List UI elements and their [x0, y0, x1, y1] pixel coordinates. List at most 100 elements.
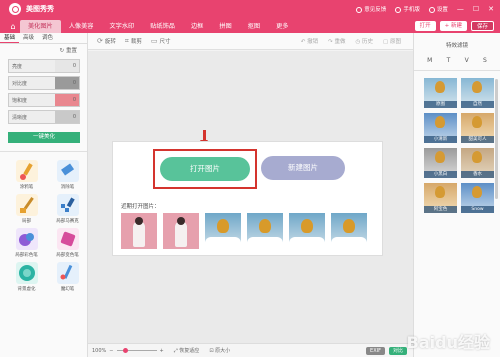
- redo-button[interactable]: ↷ 重做: [328, 37, 345, 45]
- contrast-slider[interactable]: 对比度 0: [8, 76, 80, 90]
- filter-scrollbar[interactable]: [495, 79, 498, 199]
- feedback-link[interactable]: 意见反馈: [356, 5, 386, 13]
- recent-thumb[interactable]: [247, 213, 283, 249]
- filter-item[interactable]: 小清新: [424, 113, 457, 143]
- eraser-icon: [56, 160, 79, 182]
- zoom-out-button[interactable]: −: [109, 348, 113, 354]
- recent-thumb[interactable]: [289, 213, 325, 249]
- undo-button[interactable]: ↶ 撤销: [301, 37, 318, 45]
- filter-item[interactable]: Snow: [461, 183, 494, 213]
- home-icon[interactable]: ⌂: [6, 20, 20, 33]
- filter-item[interactable]: 香水: [461, 148, 494, 178]
- exif-button[interactable]: EXIF: [366, 346, 385, 355]
- recent-thumb[interactable]: [163, 213, 199, 249]
- tab-text-watermark[interactable]: 文字水印: [102, 20, 143, 33]
- original-icon: ▢: [383, 39, 390, 45]
- menu-actions: 打开 + 新建 保存: [414, 21, 494, 31]
- new-button[interactable]: + 新建: [439, 21, 467, 31]
- filter-panel: 特效滤镜 M T V S 原图 自然 小清新 甜美可人 小黑白 香水 阿宝色 S…: [413, 33, 500, 357]
- adjust-subtabs: 基础 高级 调色: [0, 33, 87, 44]
- original-size-button[interactable]: ⊡ 原大小: [209, 347, 230, 354]
- recent-thumb[interactable]: [121, 213, 157, 249]
- tab-frame[interactable]: 边框: [183, 20, 211, 33]
- filter-tab-t[interactable]: T: [447, 57, 451, 64]
- subtab-color[interactable]: 调色: [38, 33, 57, 43]
- recent-thumb[interactable]: [331, 213, 367, 249]
- title-actions: 意见反馈 手机版 设置 — ☐ ✕: [356, 5, 494, 13]
- reset-button[interactable]: ↻ 重置: [0, 44, 87, 56]
- recent-thumb[interactable]: [205, 213, 241, 249]
- color-pen-icon: [15, 228, 38, 250]
- open-image-button[interactable]: 打开图片: [160, 157, 250, 181]
- filter-item[interactable]: 阿宝色: [424, 183, 457, 213]
- maximize-button[interactable]: ☐: [473, 5, 479, 13]
- app-logo: [9, 3, 21, 15]
- crop-button[interactable]: ⌗ 裁剪: [125, 37, 142, 46]
- filter-item[interactable]: 原图: [424, 78, 457, 108]
- tab-cutout[interactable]: 抠图: [240, 20, 268, 33]
- status-bar: 100% − + ⤢ 恢复适应 ⊡ 原大小 EXIF 对比: [88, 343, 413, 357]
- tool-recolor-pen[interactable]: 局部变色笔: [49, 228, 86, 258]
- mosaic-icon: [56, 194, 79, 216]
- zoom-in-button[interactable]: +: [160, 348, 164, 354]
- original-button[interactable]: ▢ 原图: [383, 37, 401, 45]
- edit-toolbar: ⟳ 旋转 ⌗ 裁剪 ▭ 尺寸 ↶ 撤销 ↷ 重做 ◷ 历史 ▢ 原图: [88, 33, 413, 50]
- tool-local-brush[interactable]: 局部: [8, 194, 45, 224]
- zoom-control: 100% − +: [92, 348, 164, 354]
- tool-magic-pen[interactable]: 魔幻笔: [49, 262, 86, 292]
- subtab-advanced[interactable]: 高级: [19, 33, 38, 43]
- minimize-button[interactable]: —: [457, 5, 464, 13]
- filter-tab-s[interactable]: S: [483, 57, 487, 64]
- tab-collage[interactable]: 拼图: [211, 20, 239, 33]
- sharpness-slider[interactable]: 清晰度 0: [8, 110, 80, 124]
- filter-item[interactable]: 自然: [461, 78, 494, 108]
- zoom-slider[interactable]: [116, 348, 157, 353]
- adjust-panel: 基础 高级 调色 ↻ 重置 亮度 0 对比度 0 饱和度 0 清晰度 0 一键美…: [0, 33, 88, 357]
- tab-portrait[interactable]: 人像美容: [61, 20, 102, 33]
- tool-doodle-pen[interactable]: 涂鸦笔: [8, 160, 45, 190]
- tab-beautify[interactable]: 美化图片: [20, 20, 61, 33]
- history-controls: ↶ 撤销 ↷ 重做 ◷ 历史 ▢ 原图: [301, 37, 401, 45]
- rotate-button[interactable]: ⟳ 旋转: [97, 37, 116, 45]
- mobile-link[interactable]: 手机版: [395, 5, 420, 13]
- tool-mosaic[interactable]: 局部马赛克: [49, 194, 86, 224]
- tool-background-blur[interactable]: 背景虚化: [8, 262, 45, 292]
- one-click-beautify-button[interactable]: 一键美化: [8, 132, 80, 143]
- new-image-button[interactable]: 新建图片: [261, 156, 345, 180]
- brightness-slider[interactable]: 亮度 0: [8, 59, 80, 73]
- fit-button[interactable]: ⤢ 恢复适应: [174, 347, 200, 354]
- divider: [414, 70, 500, 71]
- save-button[interactable]: 保存: [470, 21, 494, 31]
- watermark: Baidu经验: [406, 333, 490, 352]
- filter-item[interactable]: 小黑白: [424, 148, 457, 178]
- zoom-knob[interactable]: [122, 348, 128, 353]
- subtab-basic[interactable]: 基础: [0, 33, 20, 43]
- magic-pen-icon: [56, 262, 79, 284]
- saturation-slider[interactable]: 饱和度 0: [8, 93, 80, 107]
- start-card: 打开图片 新建图片 近期打开图片：: [112, 141, 383, 256]
- compare-button[interactable]: 对比: [388, 346, 407, 355]
- highlight-box: 打开图片: [153, 149, 257, 189]
- tab-more[interactable]: 更多: [268, 20, 296, 33]
- recent-thumbs: [121, 213, 367, 249]
- gear-icon: [428, 6, 435, 13]
- filter-tab-v[interactable]: V: [465, 57, 469, 64]
- history-button[interactable]: ◷ 历史: [355, 37, 373, 45]
- filter-tabs: M T V S: [420, 57, 494, 64]
- close-button[interactable]: ✕: [488, 5, 494, 13]
- blur-icon: [15, 262, 38, 284]
- brush-icon: [15, 160, 38, 182]
- zoom-value: 100%: [92, 347, 107, 354]
- settings-link[interactable]: 设置: [428, 5, 448, 13]
- status-actions: EXIF 对比: [366, 346, 407, 355]
- tool-color-pen[interactable]: 局部彩色笔: [8, 228, 45, 258]
- resize-button[interactable]: ▭ 尺寸: [151, 37, 171, 45]
- open-button[interactable]: 打开: [414, 21, 436, 31]
- tool-eraser-pen[interactable]: 消除笔: [49, 160, 86, 190]
- filter-tab-m[interactable]: M: [427, 57, 432, 64]
- resize-icon: ▭: [150, 37, 158, 45]
- tab-stickers[interactable]: 贴纸饰品: [142, 20, 183, 33]
- rotate-icon: ⟳: [97, 37, 103, 45]
- tool-grid: 涂鸦笔 消除笔 局部 局部马赛克 局部彩色笔 局部变色笔 背景虚化 魔幻笔: [8, 160, 87, 292]
- filter-item[interactable]: 甜美可人: [461, 113, 494, 143]
